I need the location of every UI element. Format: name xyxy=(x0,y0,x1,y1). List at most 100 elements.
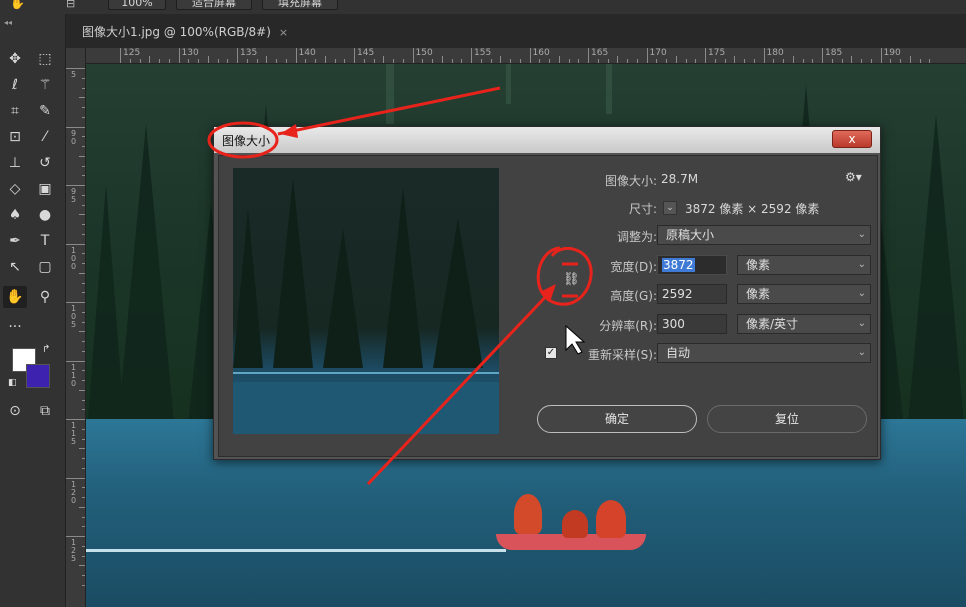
resample-label: 重新采样(S): xyxy=(587,348,657,362)
ruler-tick-label: 150 xyxy=(415,48,433,58)
ruler-minor-tick xyxy=(149,56,151,63)
ruler-tick-label: 9 0 xyxy=(71,128,77,146)
ruler-tick-label: 165 xyxy=(591,48,609,58)
more-icon[interactable]: ··· xyxy=(3,316,27,338)
ruler-minor-tick xyxy=(305,59,307,63)
zoom-100-button[interactable]: 100% xyxy=(108,0,166,10)
ruler-minor-tick xyxy=(558,56,560,63)
settings-gear-icon[interactable]: ⚙▾ xyxy=(845,170,862,184)
screen-mode-icon[interactable]: ⧉ xyxy=(33,400,57,422)
default-colors-icon[interactable]: ◧ xyxy=(8,378,17,388)
background-color-swatch[interactable] xyxy=(26,364,50,388)
dialog-title-bar[interactable]: 图像大小 x xyxy=(214,127,880,153)
eraser-icon[interactable]: ◇ xyxy=(3,178,27,200)
ruler-major-tick xyxy=(588,48,589,63)
document-tab[interactable]: 图像大小1.jpg @ 100%(RGB/8#) × xyxy=(74,20,296,44)
pen-icon[interactable]: ✒ xyxy=(3,230,27,252)
fit-screen-button[interactable]: 适合屏幕 xyxy=(176,0,252,10)
reset-button[interactable]: 复位 xyxy=(707,405,867,433)
crop-icon[interactable]: ⌗ xyxy=(3,100,27,122)
ok-button[interactable]: 确定 xyxy=(537,405,697,433)
ruler-major-tick xyxy=(66,419,85,420)
ruler-major-tick xyxy=(66,360,85,362)
ruler-minor-tick xyxy=(617,56,619,63)
magic-wand-icon[interactable]: ⚚ xyxy=(33,74,57,96)
ruler-tick-label: 1 1 5 xyxy=(71,421,77,446)
ruler-minor-tick xyxy=(461,59,463,63)
ruler-minor-tick xyxy=(276,59,277,63)
ruler-minor-tick xyxy=(334,59,336,63)
ruler-major-tick xyxy=(822,48,823,63)
ruler-minor-tick xyxy=(812,59,814,63)
ruler-minor-tick xyxy=(792,56,794,63)
fit-to-label: 调整为: xyxy=(616,230,657,244)
ruler-major-tick xyxy=(66,126,85,128)
dimensions-unit-dropdown[interactable]: ⌄ xyxy=(663,201,677,215)
ruler-minor-tick xyxy=(139,59,141,63)
hand-tool-icon[interactable]: ✋ xyxy=(10,0,25,10)
gradient-icon[interactable]: ▣ xyxy=(33,178,57,200)
fit-to-select[interactable]: 原稿大小 ⌄ xyxy=(657,225,871,245)
shape-icon[interactable]: ▢ xyxy=(33,256,57,278)
ruler-minor-tick xyxy=(393,59,394,63)
path-select-icon[interactable]: ↖ xyxy=(3,256,27,278)
type-icon[interactable]: T xyxy=(33,230,57,252)
ruler-tick-label: 5 xyxy=(71,70,77,79)
hand-icon[interactable]: ✋ xyxy=(3,286,27,308)
swap-colors-icon[interactable]: ↱ xyxy=(42,344,50,355)
resolution-input[interactable]: 300 xyxy=(657,314,727,334)
eyedropper-icon[interactable]: ✎ xyxy=(33,100,57,122)
height-unit-select[interactable]: 像素 ⌄ xyxy=(737,284,871,304)
ruler-minor-tick xyxy=(79,506,85,508)
image-preview[interactable] xyxy=(233,168,499,434)
close-tab-icon[interactable]: × xyxy=(279,26,288,39)
move-icon[interactable]: ✥ xyxy=(3,48,27,70)
dimensions-label: 尺寸: xyxy=(628,202,657,216)
width-unit-select[interactable]: 像素 ⌄ xyxy=(737,255,871,275)
resolution-unit-select[interactable]: 像素/英寸 ⌄ xyxy=(737,314,871,334)
ruler-major-tick xyxy=(66,536,85,537)
image-size-label: 图像大小: xyxy=(604,174,657,188)
ruler-minor-tick xyxy=(168,59,170,63)
resample-select[interactable]: 自动 ⌄ xyxy=(657,343,871,363)
width-input[interactable]: 3872 xyxy=(657,255,727,275)
chevron-down-icon: ⌄ xyxy=(857,288,866,299)
fill-screen-button[interactable]: 填充屏幕 xyxy=(262,0,338,10)
ruler-minor-tick xyxy=(315,59,316,63)
ruler-minor-tick xyxy=(79,389,85,391)
vertical-ruler[interactable]: 5 9 0 9 5 1 0 0 1 0 5 1 1 0 1 1 5 1 2 0 1 2 5 xyxy=(66,48,86,607)
dialog-close-button[interactable]: x xyxy=(832,130,872,148)
ruler-minor-tick xyxy=(402,59,404,63)
paddler-1 xyxy=(514,494,542,534)
height-input[interactable]: 2592 xyxy=(657,284,727,304)
ruler-minor-tick xyxy=(890,59,892,63)
collapse-icon[interactable]: ◂◂ xyxy=(4,18,12,27)
quick-mask-icon[interactable]: ⊙ xyxy=(3,400,27,422)
width-label: 宽度(D): xyxy=(610,260,657,274)
healing-brush-icon[interactable]: ⊡ xyxy=(3,126,27,148)
history-brush-icon[interactable]: ↺ xyxy=(33,152,57,174)
marquee-icon[interactable]: ⬚ xyxy=(33,48,57,70)
zoom-icon[interactable]: ⚲ xyxy=(33,286,57,308)
ruler-major-tick xyxy=(471,48,472,63)
ruler-minor-tick xyxy=(929,59,931,63)
lasso-icon[interactable]: ℓ xyxy=(3,74,27,96)
horizontal-ruler[interactable]: 125 130 135 140 145 150 155 160 165 170 175 180 185 1… xyxy=(86,48,966,64)
blur-icon[interactable]: ♠ xyxy=(3,204,27,226)
brush-icon[interactable]: ⁄ xyxy=(33,126,57,148)
tools-panel: ◂◂ ✥ ⬚ ℓ ⚚ ⌗ ✎ ⊡ ⁄ ⊥ ↺ ◇ ▣ ♠ ● ✒ T ↖ ▢ ✋… xyxy=(0,14,66,607)
ruler-major-tick xyxy=(237,48,238,63)
ruler-minor-tick xyxy=(79,272,85,274)
grid-icon[interactable]: ⊟ xyxy=(66,0,75,10)
stamp-icon[interactable]: ⊥ xyxy=(3,152,27,174)
ruler-major-tick xyxy=(66,302,85,303)
resolution-label: 分辨率(R): xyxy=(599,319,657,333)
ruler-minor-tick xyxy=(685,59,687,63)
ruler-minor-tick xyxy=(627,59,628,63)
dodge-icon[interactable]: ● xyxy=(33,204,57,226)
ruler-minor-tick xyxy=(490,59,492,63)
ruler-minor-tick xyxy=(714,59,716,63)
ruler-major-tick xyxy=(529,48,531,63)
ruler-minor-tick xyxy=(744,59,745,63)
chevron-down-icon: ⌄ xyxy=(857,229,866,240)
